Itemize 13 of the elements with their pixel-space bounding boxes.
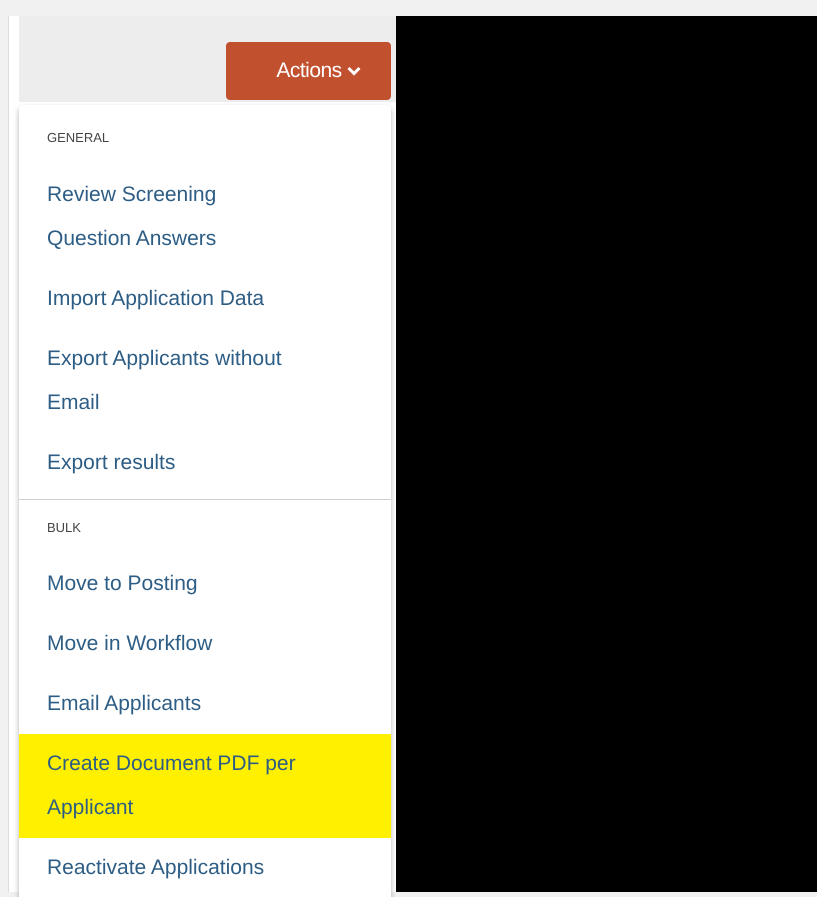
menu-item[interactable]: Email Applicants [19, 674, 391, 734]
menu-item[interactable]: Review Screening Question Answers [19, 165, 391, 269]
menu-item[interactable]: Create Document PDF per Applicant [19, 734, 391, 838]
menu-item[interactable]: Move to Posting [19, 554, 391, 614]
section-heading: BULK [46, 519, 82, 537]
chevron-down-icon [346, 66, 361, 76]
menu-item[interactable]: Export Applicants without Email [19, 329, 391, 433]
menu-item[interactable]: Reactivate Applications [19, 838, 391, 897]
menu-item[interactable]: Move in Workflow [19, 614, 391, 674]
menu-item[interactable]: Import Application Data [19, 269, 391, 329]
menu-item[interactable]: Export results [19, 433, 391, 493]
section-heading: GENERAL [46, 129, 110, 147]
actions-button[interactable]: Actions [226, 42, 391, 100]
